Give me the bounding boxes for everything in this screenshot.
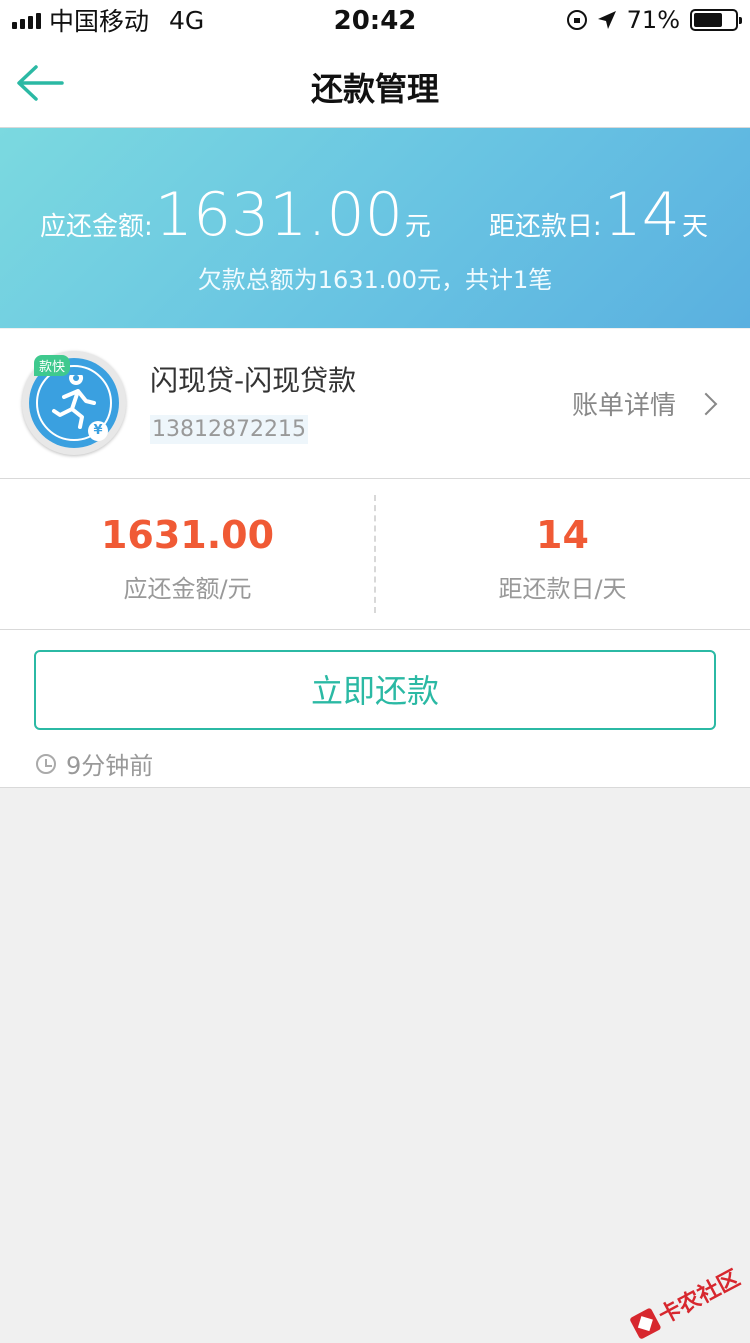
stat-amount-label: 应还金额/元 [123,575,252,603]
loan-phone: 13812872215 [150,415,308,444]
stat-amount: 1631.00 应还金额/元 [0,479,375,629]
watermark-text: 卡农社区 [654,1265,745,1330]
days-until-due: 距还款日: 14 天 [489,180,708,250]
bill-details-label: 账单详情 [571,391,676,421]
loan-app-logo: 款快 ¥ [22,351,126,455]
due-amount-label: 应还金额: [40,212,153,242]
action-panel: 立即还款 9分钟前 [0,630,750,788]
stat-amount-value: 1631.00 [100,513,275,557]
chevron-right-icon [694,392,718,415]
total-debt-text: 欠款总额为1631.00元，共计1笔 [197,266,553,294]
days-label: 距还款日: [488,212,602,242]
stat-days-value: 14 [536,513,589,557]
clock-icon [36,753,56,774]
loan-card[interactable]: 款快 ¥ 闪现贷-闪现贷款 13812872215 账单详情 [0,329,750,479]
days-unit: 天 [681,212,708,242]
location-icon [597,11,616,29]
stat-days-label: 距还款日/天 [498,575,627,603]
due-amount-value: 1631.00 [154,180,403,250]
repay-now-button[interactable]: 立即还款 [34,650,716,730]
nav-bar: 还款管理 [0,40,750,128]
due-amount: 应还金额: 1631.00 元 [40,180,431,250]
due-amount-unit: 元 [404,212,431,242]
yen-icon: ¥ [88,421,108,441]
stat-days: 14 距还款日/天 [375,479,750,629]
days-value: 14 [603,180,680,250]
page-title: 还款管理 [310,70,439,108]
rotation-lock-icon [566,10,587,30]
watermark: 卡农社区 [627,1261,744,1343]
battery-percent: 71% [626,6,680,34]
summary-banner: 应还金额: 1631.00 元 距还款日: 14 天 欠款总额为1631.00元… [0,128,750,328]
status-bar: 中国移动 4G 20:42 71% [0,0,750,40]
update-time: 9分钟前 [36,746,153,781]
bill-details-link[interactable]: 账单详情 [571,385,718,422]
stats-panel: 1631.00 应还金额/元 14 距还款日/天 [0,479,750,630]
update-time-text: 9分钟前 [66,752,154,780]
battery-icon [690,9,742,31]
status-right: 71% [566,6,742,34]
loan-name: 闪现贷-闪现贷款 [150,364,357,397]
logo-tag: 款快 [34,355,71,376]
